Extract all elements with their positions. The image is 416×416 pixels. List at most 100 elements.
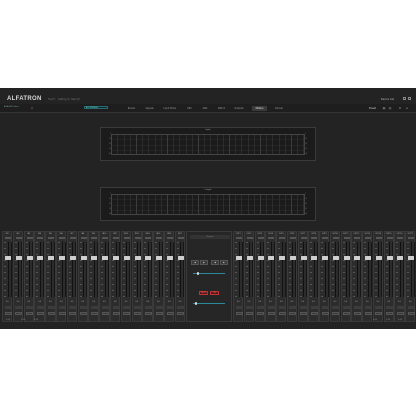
output-phase-button[interactable] [246, 312, 254, 315]
input-gain-field[interactable] [80, 306, 88, 309]
input-gain-field[interactable] [4, 306, 12, 309]
input-phase-button[interactable] [47, 312, 55, 315]
output-mute-button[interactable] [365, 236, 371, 239]
output-fader-track[interactable] [281, 242, 283, 297]
output-gain-field[interactable] [353, 306, 361, 309]
output-fader-track[interactable] [356, 242, 358, 297]
output-phase-button[interactable] [278, 312, 286, 315]
input-fader-track[interactable] [72, 242, 74, 297]
output-gain-field[interactable] [332, 306, 340, 309]
input-phase-button[interactable] [36, 312, 44, 315]
input-fader-track[interactable] [137, 242, 139, 297]
output-fader-knob[interactable] [386, 256, 393, 260]
input-mute-button[interactable] [26, 236, 33, 239]
input-phase-button[interactable] [101, 312, 109, 315]
input-fader-knob[interactable] [37, 256, 44, 260]
input-mute-button[interactable] [156, 236, 163, 239]
input-fader-knob[interactable] [145, 256, 152, 260]
input-fader-knob[interactable] [123, 256, 130, 260]
output-phase-button[interactable] [353, 312, 361, 315]
output-mute-button[interactable] [300, 236, 307, 239]
output-fader-knob[interactable] [343, 256, 350, 260]
input-gain-field[interactable] [69, 306, 77, 309]
load-icon[interactable]: ▤ [388, 106, 392, 110]
input-mute-button[interactable] [123, 236, 130, 239]
menu-help[interactable]: Help (H) [71, 98, 80, 101]
input-mute-button[interactable] [5, 236, 11, 239]
input-fader-track[interactable] [158, 242, 160, 297]
input-fader-track[interactable] [148, 242, 150, 297]
input-phase-button[interactable] [123, 312, 131, 315]
input-phase-button[interactable] [58, 312, 66, 315]
output-fader-track[interactable] [270, 242, 272, 297]
input-mute-button[interactable] [91, 236, 98, 239]
menu-icon[interactable]: ≡ [405, 106, 409, 110]
output-gain-field[interactable] [300, 306, 307, 309]
input-gain-field[interactable] [166, 306, 174, 309]
output-fader-track[interactable] [238, 242, 240, 297]
output-fader-knob[interactable] [354, 256, 361, 260]
tab-matrix[interactable]: Matrix [215, 106, 228, 111]
tab-ducker[interactable]: Ducker [271, 106, 287, 111]
input-mute-button[interactable] [145, 236, 152, 239]
output-gain-field[interactable] [396, 306, 404, 309]
input-gain-field[interactable] [177, 306, 185, 309]
output-mute-button[interactable] [332, 236, 339, 239]
input-fader-knob[interactable] [167, 256, 173, 260]
input-fader-knob[interactable] [59, 256, 65, 260]
output-mute-button[interactable] [397, 236, 404, 239]
input-phase-button[interactable] [112, 312, 120, 315]
selected-device[interactable]: ALF-DSP88-A [84, 106, 108, 109]
output-fader-knob[interactable] [257, 256, 264, 260]
output-gain-field[interactable] [289, 306, 297, 309]
input-fader-knob[interactable] [156, 256, 163, 260]
output-gain-field[interactable] [364, 306, 372, 309]
input-fader-track[interactable] [61, 242, 63, 297]
input-fader-track[interactable] [83, 242, 85, 297]
output-phase-button[interactable] [321, 312, 329, 315]
output-mute-button[interactable] [279, 236, 285, 239]
output-fader-track[interactable] [346, 242, 348, 297]
input-fader-knob[interactable] [113, 256, 119, 260]
input-fader-track[interactable] [50, 242, 52, 297]
input-fader-track[interactable] [104, 242, 106, 297]
output-mute-button[interactable] [289, 236, 296, 239]
menu-file[interactable]: File (F) [48, 98, 55, 101]
input-gain-field[interactable] [123, 306, 131, 309]
input-fader-track[interactable] [169, 242, 171, 297]
output-gain-field[interactable] [386, 306, 393, 309]
tab-meters[interactable]: Meters [252, 106, 267, 111]
output-fader-knob[interactable] [375, 256, 382, 260]
output-fader-knob[interactable] [268, 256, 275, 260]
output-phase-button[interactable] [375, 312, 383, 315]
output-fader-track[interactable] [249, 242, 251, 297]
input-fader-knob[interactable] [177, 256, 184, 260]
output-fader-knob[interactable] [236, 256, 242, 260]
input-fader-knob[interactable] [69, 256, 76, 260]
input-gain-field[interactable] [155, 306, 163, 309]
output-mute-button[interactable] [354, 236, 361, 239]
output-phase-button[interactable] [289, 312, 297, 315]
input-fader-track[interactable] [40, 242, 42, 297]
output-gain-field[interactable] [246, 306, 254, 309]
input-fader-knob[interactable] [5, 256, 11, 260]
menu-setting[interactable]: Setting (S) [58, 98, 70, 101]
tab-aec[interactable]: AEC [184, 106, 195, 111]
minimize-icon[interactable] [403, 97, 406, 100]
output-fader-track[interactable] [399, 242, 401, 297]
output-gain-field[interactable] [267, 306, 275, 309]
save-icon[interactable]: ▣ [382, 106, 386, 110]
input-mute-button[interactable] [59, 236, 65, 239]
output-fader-track[interactable] [324, 242, 326, 297]
input-gain-field[interactable] [47, 306, 55, 309]
output-fader-track[interactable] [378, 242, 380, 297]
output-gain-field[interactable] [310, 306, 318, 309]
output-mute-button[interactable] [375, 236, 382, 239]
input-phase-button[interactable] [26, 312, 34, 315]
output-phase-button[interactable] [300, 312, 307, 315]
output-fader-knob[interactable] [289, 256, 296, 260]
output-gain-field[interactable] [375, 306, 383, 309]
input-phase-button[interactable] [80, 312, 88, 315]
input-fader-knob[interactable] [91, 256, 98, 260]
input-mute-button[interactable] [134, 236, 141, 239]
